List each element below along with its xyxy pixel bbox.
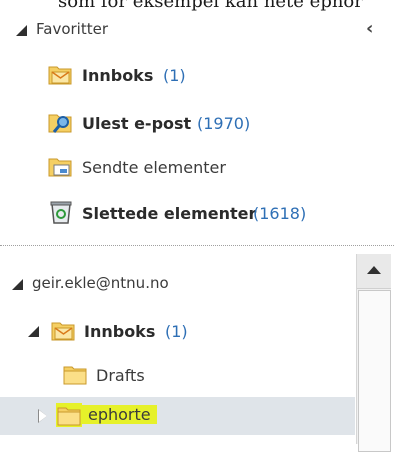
search-folder-icon (48, 114, 72, 133)
item-count: (1618) (253, 204, 307, 223)
scroll-up-button[interactable] (357, 254, 391, 289)
item-count: (1) (163, 66, 186, 85)
folder-item-ephorte[interactable]: ephorte (0, 397, 355, 435)
sent-items-icon (48, 158, 72, 177)
item-label: Slettede elementer (82, 204, 257, 223)
document-text-fragment: som for eksempel kan hete ephor (58, 0, 363, 11)
item-label: Innboks (82, 66, 154, 85)
item-label: Drafts (96, 366, 145, 385)
expand-triangle-icon[interactable] (12, 279, 23, 290)
collapsed-arrow-inner (39, 410, 47, 422)
favorites-header-label: Favoritter (36, 20, 108, 38)
item-count: (1) (165, 322, 188, 341)
folder-item-inbox[interactable]: Innboks (1) (0, 312, 355, 350)
folder-icon (56, 403, 82, 427)
folder-item-drafts[interactable]: Drafts (0, 356, 355, 394)
item-label: Ulest e-post (82, 114, 192, 133)
favorites-header[interactable]: Favoritter (0, 16, 394, 44)
section-divider (0, 245, 394, 246)
favorite-item-sent[interactable]: Sendte elementer (0, 148, 355, 186)
account-header[interactable]: geir.ekle@ntnu.no (0, 270, 355, 298)
arrow-up-icon (367, 266, 381, 274)
favorite-item-unread[interactable]: Ulest e-post (1970) (0, 104, 355, 142)
inbox-icon (48, 66, 72, 85)
item-label: Sendte elementer (82, 158, 226, 177)
scrollbar-thumb[interactable] (358, 290, 391, 452)
item-label: ephorte (82, 405, 157, 424)
favorite-item-deleted[interactable]: Slettede elementer (1618) (0, 194, 355, 232)
collapse-pane-chevron-icon[interactable]: ‹ (366, 18, 373, 39)
item-label-highlighted: ephorte (82, 405, 157, 424)
deleted-items-icon (50, 201, 72, 224)
inbox-icon (51, 322, 75, 341)
folder-icon (63, 366, 87, 385)
item-count: (1970) (197, 114, 251, 133)
item-label: Innboks (84, 322, 156, 341)
favorite-item-inbox[interactable]: Innboks (1) (0, 56, 355, 94)
expand-triangle-icon[interactable] (16, 25, 27, 36)
account-header-label: geir.ekle@ntnu.no (32, 274, 169, 292)
expand-triangle-icon[interactable] (28, 326, 39, 337)
vertical-scrollbar[interactable] (356, 254, 391, 452)
